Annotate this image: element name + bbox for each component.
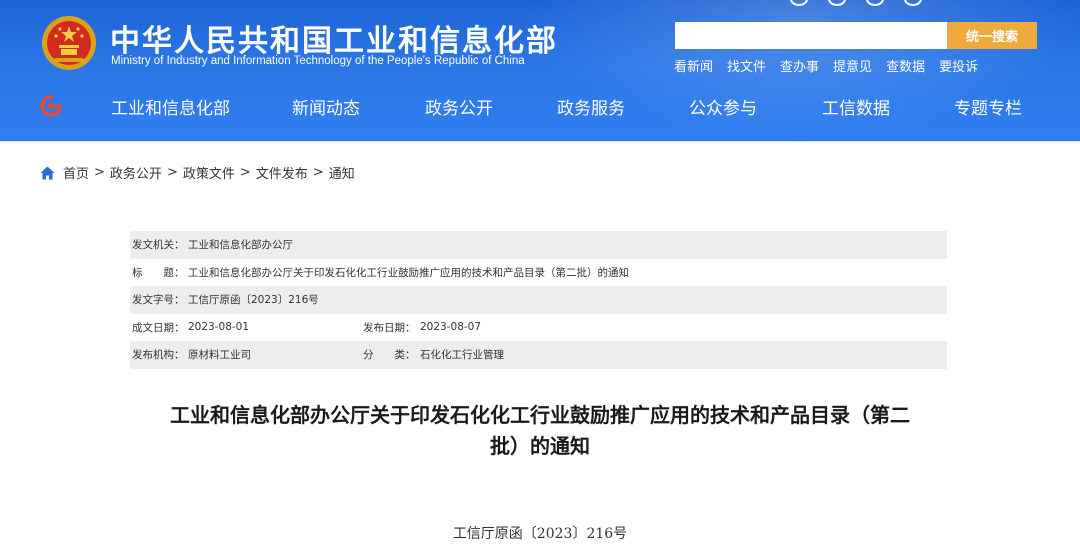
search-input[interactable] [675, 22, 947, 49]
header-divider [0, 141, 1080, 142]
meta-issuer-value: 工业和信息化部办公厅 [188, 239, 293, 252]
breadcrumb-policy-files[interactable]: 政策文件 [183, 163, 235, 182]
nav-item-ministry[interactable]: 工业和信息化部 [111, 94, 230, 119]
meta-doc-number-value: 工信厅原函〔2023〕216号 [188, 294, 319, 307]
meta-title-value: 工业和信息化部办公厅关于印发石化化工行业鼓励推广应用的技术和产品目录（第二批）的… [188, 266, 629, 279]
meta-row-dates: 成文日期： 2023-08-01 发布日期： 2023-08-07 [130, 314, 947, 342]
circle-icon[interactable] [790, 0, 808, 6]
article-title-line-1: 工业和信息化部办公厅关于印发石化化工行业鼓励推广应用的技术和产品目录（第二 [170, 403, 910, 427]
meta-category-value: 石化化工行业管理 [420, 349, 504, 362]
quick-link-news[interactable]: 看新闻 [674, 56, 713, 75]
nav-item-government-affairs[interactable]: 政务公开 [425, 94, 493, 119]
ministry-logo-icon[interactable] [40, 95, 62, 117]
quick-link-files[interactable]: 找文件 [727, 56, 766, 75]
quick-link-feedback[interactable]: 提意见 [833, 56, 872, 75]
circle-icon[interactable] [866, 0, 884, 6]
meta-org-label: 发布机构： [132, 349, 185, 362]
meta-created-value: 2023-08-01 [188, 321, 250, 334]
breadcrumb-separator: > [312, 165, 324, 180]
nav-item-special-topics[interactable]: 专题专栏 [954, 94, 1022, 119]
meta-doc-number-label: 发文字号： [132, 294, 185, 307]
nav-item-government-services[interactable]: 政务服务 [557, 94, 625, 119]
breadcrumb-separator: > [239, 165, 251, 180]
breadcrumb-government-affairs[interactable]: 政务公开 [110, 163, 162, 182]
meta-published-label: 发布日期： [363, 321, 416, 334]
top-icon-bar [790, 0, 922, 6]
site-title[interactable]: 中华人民共和国工业和信息化部 [110, 16, 558, 60]
breadcrumb-file-release[interactable]: 文件发布 [256, 163, 308, 182]
nav-item-public-participation[interactable]: 公众参与 [689, 94, 757, 119]
meta-org-value: 原材料工业司 [188, 349, 251, 362]
nav-item-data[interactable]: 工信数据 [822, 94, 890, 119]
meta-row-org: 发布机构： 原材料工业司 分 类： 石化化工行业管理 [130, 341, 947, 369]
circle-icon[interactable] [828, 0, 846, 6]
breadcrumb-home[interactable]: 首页 [63, 163, 89, 182]
breadcrumb-notice[interactable]: 通知 [329, 163, 355, 182]
site-subtitle: Ministry of Industry and Information Tec… [111, 55, 525, 67]
search-button[interactable]: 统一搜索 [947, 22, 1037, 49]
article-title: 工业和信息化部办公厅关于印发石化化工行业鼓励推广应用的技术和产品目录（第二 批）… [120, 400, 960, 462]
quick-link-complaint[interactable]: 要投诉 [939, 56, 978, 75]
quick-link-services[interactable]: 查办事 [780, 56, 819, 75]
meta-published-value: 2023-08-07 [420, 321, 482, 334]
breadcrumb: 首页 > 政务公开 > 政策文件 > 文件发布 > 通知 [40, 163, 355, 182]
article-title-line-2: 批）的通知 [490, 434, 590, 458]
meta-category-label: 分 类： [363, 349, 416, 362]
document-meta-table: 发文机关： 工业和信息化部办公厅 标 题： 工业和信息化部办公厅关于印发石化化工… [130, 231, 947, 369]
meta-row-issuer: 发文机关： 工业和信息化部办公厅 [130, 231, 947, 259]
site-header: 中华人民共和国工业和信息化部 Ministry of Industry and … [0, 0, 1080, 142]
meta-issuer-label: 发文机关： [132, 239, 185, 252]
meta-title-label: 标 题： [132, 266, 185, 279]
meta-row-doc-number: 发文字号： 工信厅原函〔2023〕216号 [130, 286, 947, 314]
search-box [675, 22, 947, 49]
article-doc-number: 工信厅原函〔2023〕216号 [452, 526, 628, 542]
circle-icon[interactable] [904, 0, 922, 6]
quick-link-data[interactable]: 查数据 [886, 56, 925, 75]
breadcrumb-separator: > [166, 165, 178, 180]
home-icon[interactable] [40, 166, 55, 180]
nav-item-news[interactable]: 新闻动态 [292, 94, 360, 119]
breadcrumb-separator: > [94, 165, 105, 180]
meta-row-title: 标 题： 工业和信息化部办公厅关于印发石化化工行业鼓励推广应用的技术和产品目录（… [130, 259, 947, 287]
national-emblem-icon[interactable] [40, 14, 98, 72]
quick-links: 看新闻 找文件 查办事 提意见 查数据 要投诉 [674, 56, 992, 75]
meta-created-label: 成文日期： [132, 321, 185, 334]
